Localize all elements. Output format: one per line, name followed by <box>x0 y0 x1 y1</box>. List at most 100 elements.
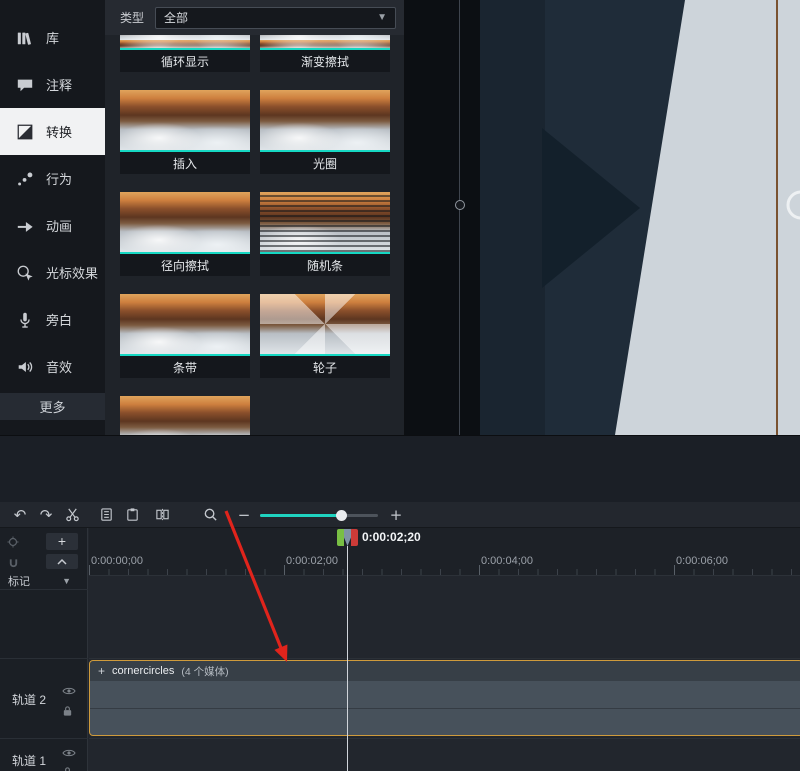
type-dropdown-value: 全部 <box>164 9 188 26</box>
tracks-area[interactable]: + cornercircles (4 个媒体) <box>89 576 800 771</box>
narration-icon <box>15 310 35 330</box>
transition-card[interactable]: 径向擦拭 <box>120 192 250 276</box>
transition-preview-image <box>120 90 250 152</box>
preview-area <box>405 0 800 435</box>
playhead-time: 0:00:02;20 <box>362 530 421 544</box>
lock-icon[interactable] <box>62 765 73 771</box>
chevron-down-icon: ▼ <box>377 12 387 23</box>
library-icon <box>15 28 35 48</box>
ruler-label: 0:00:00;00 <box>91 555 143 567</box>
copy-button[interactable] <box>94 505 118 525</box>
sidebar-item-narration[interactable]: 旁白 <box>0 296 105 343</box>
lock-icon[interactable] <box>62 704 73 722</box>
sidebar-item-more[interactable]: 更多 <box>0 393 105 420</box>
track-divider <box>0 738 88 739</box>
sidebar-item-label: 注释 <box>46 75 72 94</box>
video-canvas[interactable] <box>480 0 800 435</box>
zoom-out-button[interactable]: − <box>232 505 256 525</box>
transition-card[interactable] <box>120 396 250 435</box>
clip-media-count: (4 个媒体) <box>181 664 228 679</box>
cut-button[interactable] <box>60 505 84 525</box>
transition-preview-image <box>260 192 390 254</box>
ruler-major-tick <box>674 565 675 575</box>
playhead-out-handle[interactable] <box>351 529 358 546</box>
sidebar-item-behaviors[interactable]: 行为 <box>0 155 105 202</box>
track-1-name: 轨道 1 <box>12 752 46 769</box>
ruler-label: 0:00:04;00 <box>481 555 533 567</box>
audio-effects-icon <box>15 357 35 377</box>
playhead-line[interactable] <box>347 546 348 771</box>
track-divider <box>89 658 800 659</box>
sidebar-item-annotations[interactable]: 注释 <box>0 61 105 108</box>
redo-button[interactable]: ↷ <box>34 505 58 525</box>
paste-button[interactable] <box>120 505 144 525</box>
eye-icon[interactable] <box>62 683 76 701</box>
transition-card[interactable]: 光圈 <box>260 90 390 174</box>
transition-card[interactable]: 插入 <box>120 90 250 174</box>
sidebar-item-label: 旁白 <box>46 310 72 329</box>
sidebar-item-label: 库 <box>46 28 59 47</box>
transition-label: 插入 <box>120 152 250 174</box>
transition-label: 循环显示 <box>120 50 250 72</box>
zoom-icon[interactable] <box>198 505 222 525</box>
transition-label: 随机条 <box>260 254 390 276</box>
transition-preview-image <box>120 396 250 435</box>
track-divider <box>0 658 88 659</box>
zoom-slider[interactable] <box>260 505 378 525</box>
type-filter-bar: 类型 全部 ▼ <box>105 0 404 35</box>
transition-preview-image <box>120 192 250 254</box>
playhead-in-handle[interactable] <box>337 529 344 546</box>
timeline-body: 0:00:00;00 0:00:02;00 0:00:04;00 0:00:06… <box>89 528 800 771</box>
animations-icon <box>15 216 35 236</box>
transition-card[interactable]: 轮子 <box>260 294 390 378</box>
zoom-slider-knob[interactable] <box>336 510 347 521</box>
type-dropdown[interactable]: 全部 ▼ <box>155 7 396 29</box>
annotation-icon <box>15 75 35 95</box>
clip-body <box>90 681 800 735</box>
transition-card[interactable]: 渐变擦拭 <box>260 35 390 72</box>
transitions-grid: 循环显示 渐变擦拭 插入 光圈 径向擦拭 随机条 <box>105 35 405 435</box>
eye-icon[interactable] <box>62 745 76 763</box>
transition-card[interactable]: 条带 <box>120 294 250 378</box>
sidebar-item-transitions[interactable]: 转换 <box>0 108 105 155</box>
transition-label: 轮子 <box>260 356 390 378</box>
add-track-button[interactable]: + <box>46 533 78 550</box>
transition-preview-image <box>260 90 390 152</box>
sidebar-item-label: 光标效果 <box>46 263 98 282</box>
crosshair-icon[interactable] <box>7 535 19 553</box>
transition-preview-image <box>260 294 390 356</box>
transition-card[interactable]: 随机条 <box>260 192 390 276</box>
ruler-major-tick <box>284 565 285 575</box>
sidebar-item-label: 行为 <box>46 169 72 188</box>
playback-bar <box>0 435 800 502</box>
playhead-head[interactable] <box>337 529 358 546</box>
markers-row: 标记 ▼ <box>0 572 88 590</box>
sidebar-item-audio-effects[interactable]: 音效 <box>0 343 105 390</box>
zoom-slider-fill <box>260 514 341 517</box>
sidebar-item-animations[interactable]: 动画 <box>0 202 105 249</box>
sidebar-item-library[interactable]: 库 <box>0 14 105 61</box>
timeline-clip-cornercircles[interactable]: + cornercircles (4 个媒体) <box>89 660 800 736</box>
transition-label: 渐变擦拭 <box>260 50 390 72</box>
clip-group-expand-icon[interactable]: + <box>98 664 105 678</box>
collapse-tracks-button[interactable] <box>46 554 78 569</box>
zoom-in-button[interactable]: + <box>384 505 408 525</box>
playhead-center-handle[interactable] <box>344 529 351 546</box>
timeline-ruler[interactable]: 0:00:00;00 0:00:02;00 0:00:04;00 0:00:06… <box>89 550 800 576</box>
split-button[interactable] <box>150 505 174 525</box>
ruler-label: 0:00:06;00 <box>676 555 728 567</box>
scrubber-zone[interactable] <box>89 528 800 550</box>
timeline-left-gutter: + 标记 ▼ 轨道 2 轨道 1 <box>0 528 88 771</box>
sidebar-item-label: 动画 <box>46 216 72 235</box>
canvas-guide-handle[interactable] <box>455 200 465 210</box>
ruler-label: 0:00:02;00 <box>286 555 338 567</box>
chevron-down-icon[interactable]: ▼ <box>62 576 71 586</box>
sidebar-item-cursor-effects[interactable]: 光标效果 <box>0 249 105 296</box>
clip-name: cornercircles <box>112 665 174 677</box>
transition-label: 径向擦拭 <box>120 254 250 276</box>
sidebar-item-label: 转换 <box>46 122 72 141</box>
transition-card[interactable]: 循环显示 <box>120 35 250 72</box>
ruler-major-tick <box>89 565 90 575</box>
transition-preview-image <box>120 35 250 50</box>
undo-button[interactable]: ↶ <box>8 505 32 525</box>
